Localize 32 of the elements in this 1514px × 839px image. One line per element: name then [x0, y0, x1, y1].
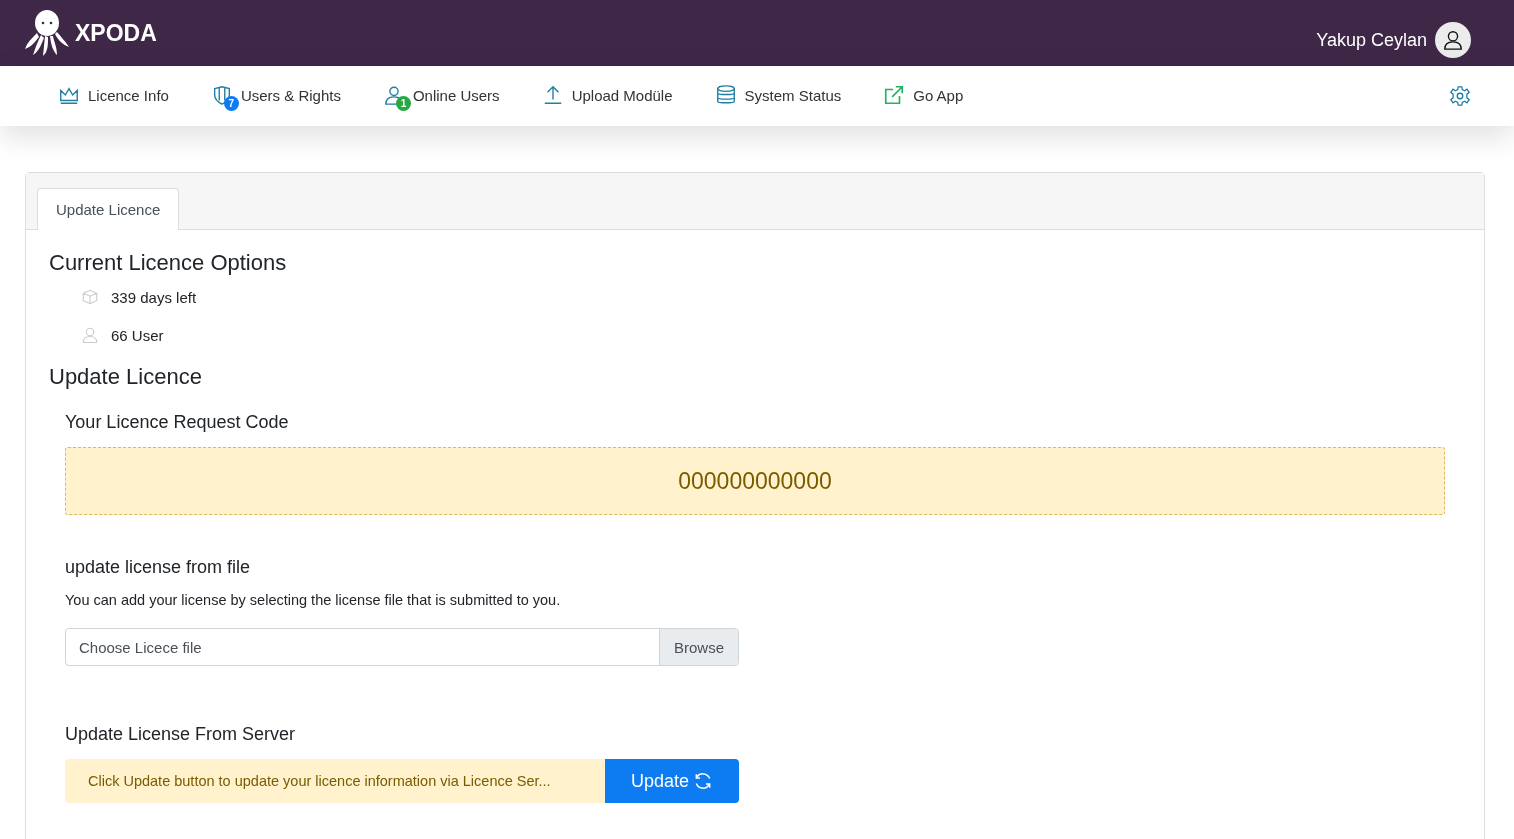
nav-link[interactable]: System Status	[714, 78, 842, 114]
section-heading: Update Licence	[49, 364, 203, 390]
nav-link[interactable]: 1 Online Users	[382, 78, 500, 114]
update-button[interactable]: Update	[604, 759, 739, 803]
nav-link[interactable]: Upload Modüle	[541, 78, 673, 114]
user-icon	[81, 326, 99, 344]
user-name[interactable]: Yakup Ceylan	[1316, 29, 1427, 51]
nav-link[interactable]: Go App	[883, 78, 964, 114]
field-label: Your Licence Request Code	[65, 412, 290, 433]
nav-link[interactable]: 7 Users & Rights	[210, 78, 341, 114]
box-icon	[81, 288, 99, 306]
avatar-icon[interactable]	[1435, 22, 1471, 58]
tab[interactable]: Update Licence	[37, 188, 180, 230]
octopus-logo-icon	[25, 9, 69, 57]
licence-option: 66 User	[111, 326, 164, 344]
browse-button[interactable]: Browse	[658, 629, 738, 665]
section-heading: Current Licence Options	[49, 250, 288, 276]
licence-option: 339 days left	[111, 288, 197, 306]
count-badge: 1	[395, 96, 411, 111]
request-code: 000000000000	[65, 447, 1445, 515]
nav-link[interactable]: Licence Info	[58, 78, 169, 114]
settings-icon[interactable]	[1449, 85, 1471, 107]
count-badge: 7	[223, 96, 239, 111]
description: You can add your license by selecting the license file that is submitted to you.	[65, 592, 562, 608]
brand-name: XPODA	[75, 19, 157, 47]
file-input[interactable]: Choose Licece file Browse	[65, 628, 739, 666]
subsection-heading: Update License From Server	[65, 724, 297, 745]
refresh-icon	[693, 771, 713, 791]
database-icon	[714, 84, 737, 106]
info-message: Click Update button to update your licence information via Licence Ser...	[65, 759, 605, 803]
external-link-icon	[883, 84, 906, 106]
subsection-heading: update license from file	[65, 557, 252, 578]
